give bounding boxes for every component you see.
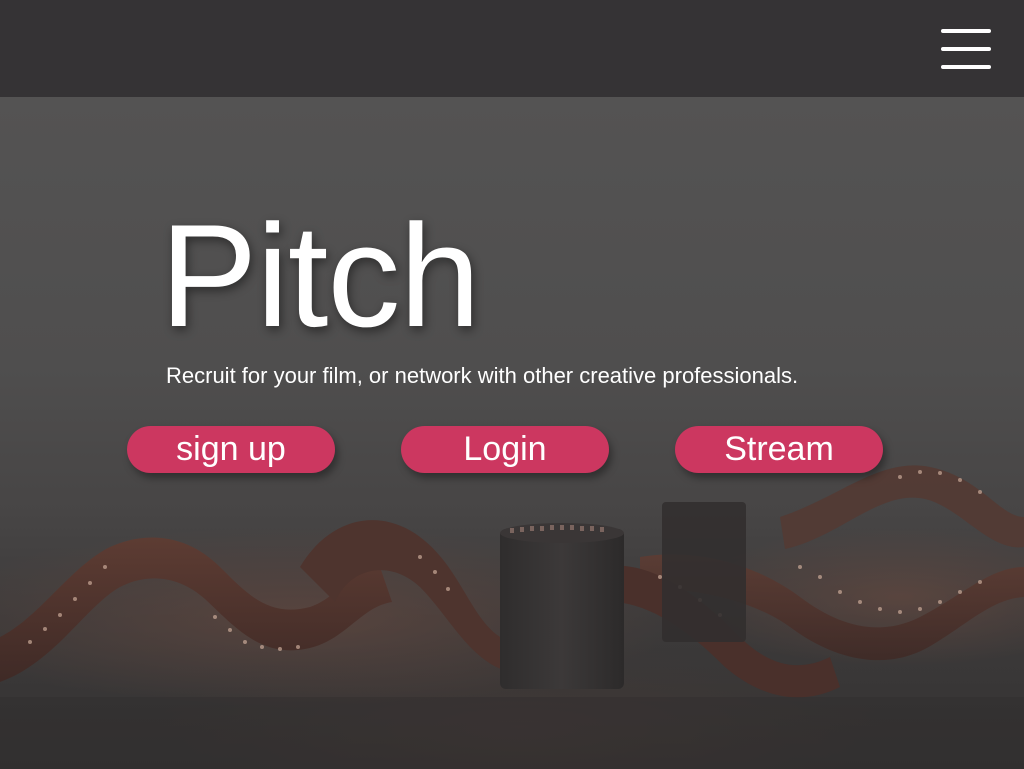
- hamburger-menu-icon[interactable]: [941, 29, 991, 69]
- login-button[interactable]: Login: [401, 426, 609, 473]
- menu-line: [941, 47, 991, 51]
- landing-page: Pitch Recruit for your film, or network …: [0, 0, 1024, 769]
- hero-subtitle: Recruit for your film, or network with o…: [166, 363, 799, 388]
- sign-up-button[interactable]: sign up: [127, 426, 335, 473]
- menu-line: [941, 65, 991, 69]
- page-title: Pitch: [160, 194, 481, 357]
- stream-button[interactable]: Stream: [675, 426, 883, 473]
- menu-line: [941, 29, 991, 33]
- top-navigation-bar: [0, 0, 1024, 97]
